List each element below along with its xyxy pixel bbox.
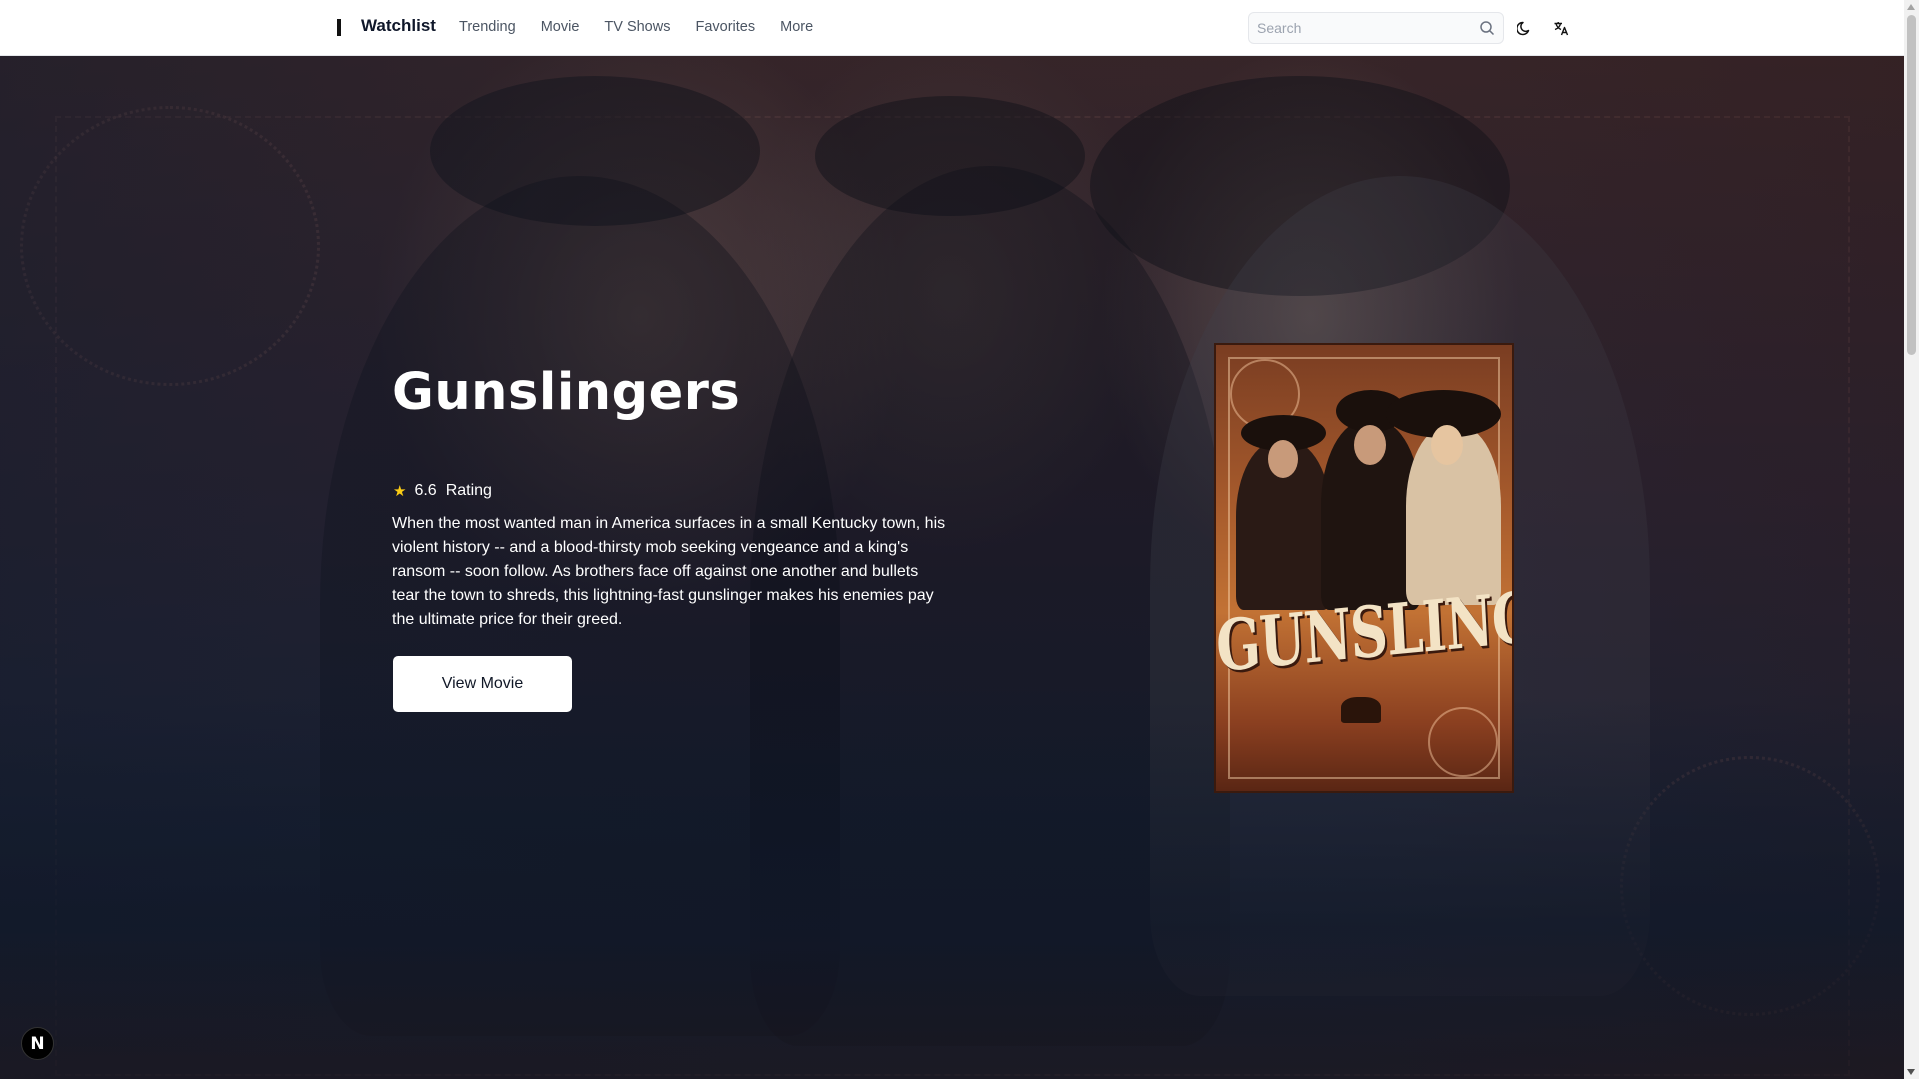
nav-tv-shows[interactable]: TV Shows xyxy=(604,19,670,35)
rating-label: Rating xyxy=(445,482,492,499)
scrollbar-thumb[interactable] xyxy=(1907,15,1916,355)
rating-value: 6.6 xyxy=(414,482,437,499)
search-box xyxy=(1248,12,1504,44)
brand-logo[interactable]: Watchlist xyxy=(361,16,436,36)
page-scrollbar[interactable] xyxy=(1904,0,1919,1079)
poster-face xyxy=(1354,425,1386,465)
movie-poster[interactable]: GUNSLINGERS xyxy=(1214,343,1514,793)
view-movie-button[interactable]: View Movie xyxy=(393,656,572,712)
nav-more[interactable]: More xyxy=(780,19,813,35)
search-icon[interactable] xyxy=(1479,20,1495,41)
star-icon: ★ xyxy=(393,483,407,500)
backdrop-overlay xyxy=(0,699,1904,1079)
poster-seal xyxy=(1428,707,1498,777)
poster-face xyxy=(1268,440,1298,478)
scroll-down-arrow-icon[interactable] xyxy=(1907,1069,1915,1075)
menu-icon[interactable] xyxy=(337,19,341,36)
hero-banner xyxy=(0,56,1904,1079)
poster-rider xyxy=(1341,697,1381,723)
nav-movie[interactable]: Movie xyxy=(541,19,580,35)
main-nav: Trending Movie TV Shows Favorites More xyxy=(459,19,813,35)
scroll-up-arrow-icon[interactable] xyxy=(1907,4,1915,10)
top-navigation: Watchlist Trending Movie TV Shows Favori… xyxy=(0,0,1904,56)
dark-mode-toggle-icon[interactable] xyxy=(1513,16,1537,40)
movie-rating: ★ 6.6 Rating xyxy=(393,482,492,500)
nextjs-dev-badge[interactable]: N xyxy=(21,1027,54,1060)
search-input[interactable] xyxy=(1257,13,1467,43)
poster-face xyxy=(1431,425,1463,465)
nav-trending[interactable]: Trending xyxy=(459,19,516,35)
nav-favorites[interactable]: Favorites xyxy=(695,19,755,35)
language-icon[interactable] xyxy=(1549,16,1573,40)
movie-overview: When the most wanted man in America surf… xyxy=(392,515,946,628)
movie-title: Gunslingers xyxy=(392,363,741,422)
